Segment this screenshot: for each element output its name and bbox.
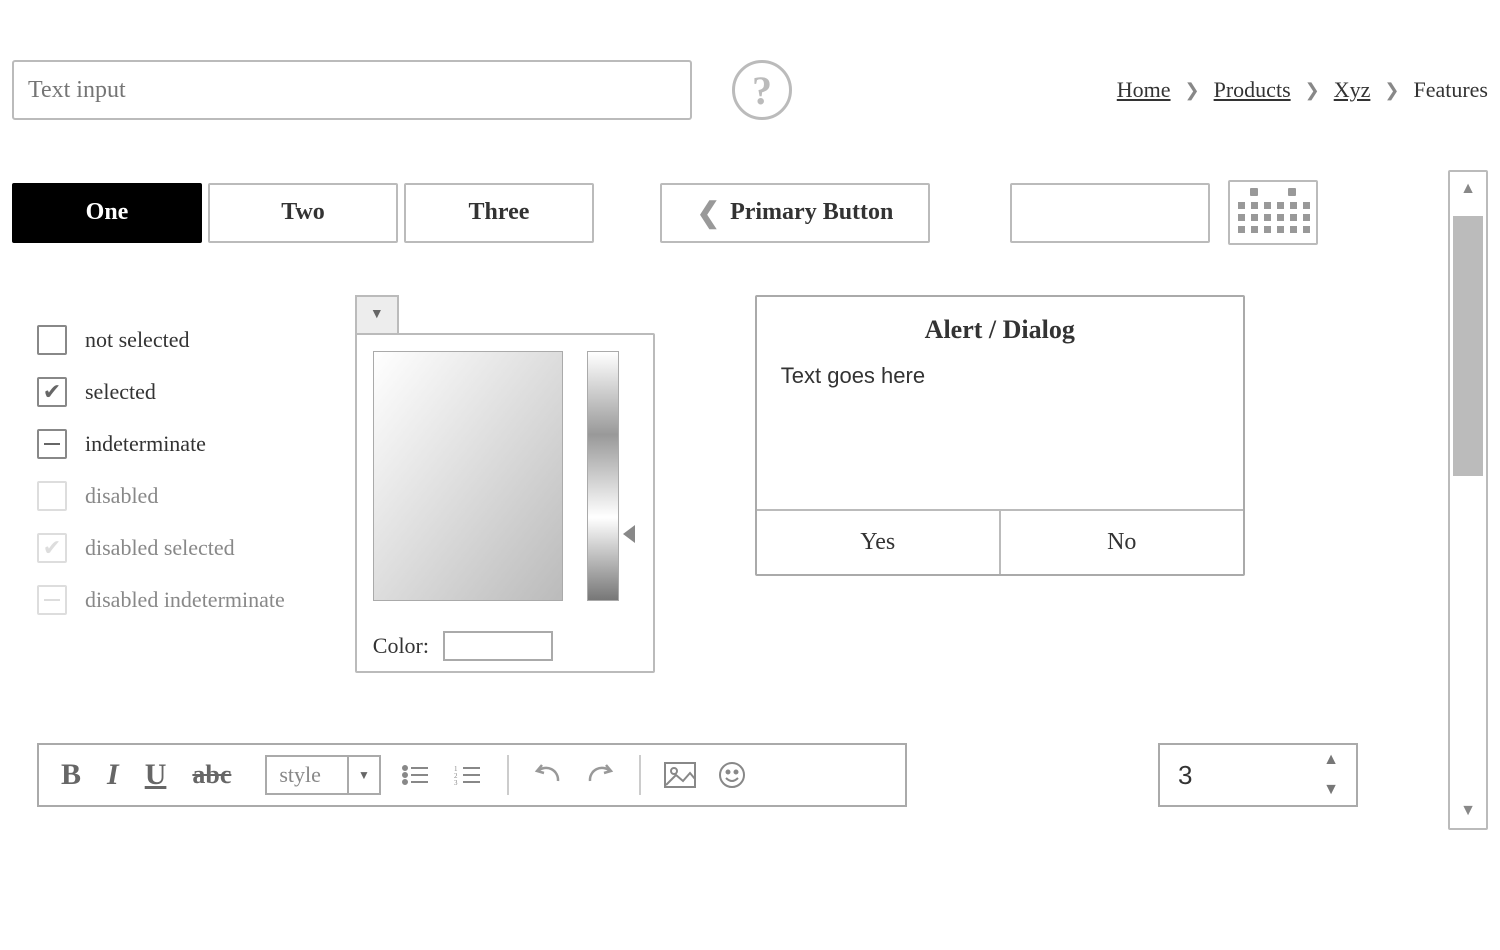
svg-text:3: 3 [454, 779, 458, 786]
chevron-right-icon: ❯ [1185, 80, 1200, 101]
checkbox-label: not selected [85, 327, 189, 353]
style-select[interactable]: style ▼ [265, 755, 381, 795]
checkbox-icon [37, 325, 67, 355]
bullet-list-icon[interactable] [399, 760, 433, 790]
calendar-icon[interactable] [1228, 180, 1318, 245]
dialog-title: Alert / Dialog [757, 297, 1243, 351]
color-picker-saturation[interactable] [373, 351, 563, 601]
color-label: Color: [373, 633, 429, 659]
chevron-down-icon: ▼ [370, 307, 384, 323]
toolbar-divider [507, 755, 509, 795]
style-select-label: style [267, 762, 347, 788]
tab-one[interactable]: One [12, 183, 202, 243]
tab-bar: One Two Three [12, 183, 600, 243]
checkbox-selected[interactable]: ✔ selected [37, 377, 285, 407]
color-picker-hue-slider[interactable] [587, 351, 619, 601]
chevron-down-icon: ▼ [347, 757, 379, 793]
checkbox-disabled-selected: ✔ disabled selected [37, 533, 285, 563]
color-picker-toggle[interactable]: ▼ [355, 295, 399, 335]
scroll-track[interactable] [1450, 206, 1486, 794]
emoji-icon[interactable] [715, 760, 749, 790]
format-toolbar: B I U abc style ▼ 123 [37, 743, 907, 807]
breadcrumb-home[interactable]: Home [1117, 77, 1171, 103]
breadcrumb-current: Features [1413, 77, 1488, 103]
no-button[interactable]: No [1001, 511, 1243, 574]
checkbox-label: disabled [85, 483, 158, 509]
help-icon[interactable]: ? [732, 60, 792, 120]
toolbar-divider [639, 755, 641, 795]
scroll-down-icon[interactable]: ▼ [1450, 794, 1486, 828]
redo-icon[interactable] [583, 760, 617, 790]
checkbox-label: indeterminate [85, 431, 206, 457]
checkbox-indeterminate-icon [37, 429, 67, 459]
text-input[interactable] [12, 60, 692, 120]
slider-handle-icon[interactable] [623, 525, 635, 543]
breadcrumb-products[interactable]: Products [1214, 77, 1291, 103]
color-picker-panel: Color: [355, 333, 655, 673]
tab-two[interactable]: Two [208, 183, 398, 243]
numbered-list-icon[interactable]: 123 [451, 760, 485, 790]
breadcrumb-xyz[interactable]: Xyz [1334, 77, 1371, 103]
strikethrough-button[interactable]: abc [188, 760, 235, 790]
vertical-scrollbar[interactable]: ▲ ▼ [1448, 170, 1488, 830]
date-input[interactable] [1010, 183, 1210, 243]
checkbox-checked-icon: ✔ [37, 533, 67, 563]
chevron-right-icon: ❯ [1384, 80, 1399, 101]
underline-button[interactable]: U [141, 758, 171, 792]
primary-button-label: Primary Button [730, 199, 893, 226]
color-picker: ▼ Color: [355, 295, 655, 673]
scroll-up-icon[interactable]: ▲ [1450, 172, 1486, 206]
alert-dialog: Alert / Dialog Text goes here Yes No [755, 295, 1245, 576]
chevron-left-icon: ❮ [697, 196, 720, 230]
checkbox-indeterminate-icon [37, 585, 67, 615]
stepper-up-icon[interactable]: ▲ [1306, 745, 1356, 775]
dialog-body: Text goes here [757, 351, 1243, 509]
checkbox-disabled-indeterminate: disabled indeterminate [37, 585, 285, 615]
checkbox-checked-icon: ✔ [37, 377, 67, 407]
scroll-thumb[interactable] [1453, 216, 1483, 476]
undo-icon[interactable] [531, 760, 565, 790]
checkbox-list: not selected ✔ selected indeterminate di… [37, 325, 285, 615]
checkbox-icon [37, 481, 67, 511]
stepper-value[interactable]: 3 [1160, 745, 1306, 805]
breadcrumb: Home ❯ Products ❯ Xyz ❯ Features [1117, 77, 1488, 103]
checkbox-label: selected [85, 379, 156, 405]
tab-three[interactable]: Three [404, 183, 594, 243]
image-icon[interactable] [663, 760, 697, 790]
bold-button[interactable]: B [57, 758, 85, 792]
primary-button[interactable]: ❮ Primary Button [660, 183, 930, 243]
yes-button[interactable]: Yes [757, 511, 1001, 574]
chevron-right-icon: ❯ [1305, 80, 1320, 101]
checkbox-label: disabled indeterminate [85, 587, 285, 613]
stepper-down-icon[interactable]: ▼ [1306, 775, 1356, 805]
checkbox-not-selected[interactable]: not selected [37, 325, 285, 355]
color-swatch-input[interactable] [443, 631, 553, 661]
checkbox-indeterminate[interactable]: indeterminate [37, 429, 285, 459]
checkbox-label: disabled selected [85, 535, 235, 561]
italic-button[interactable]: I [103, 758, 123, 792]
number-stepper[interactable]: 3 ▲ ▼ [1158, 743, 1358, 807]
checkbox-disabled: disabled [37, 481, 285, 511]
